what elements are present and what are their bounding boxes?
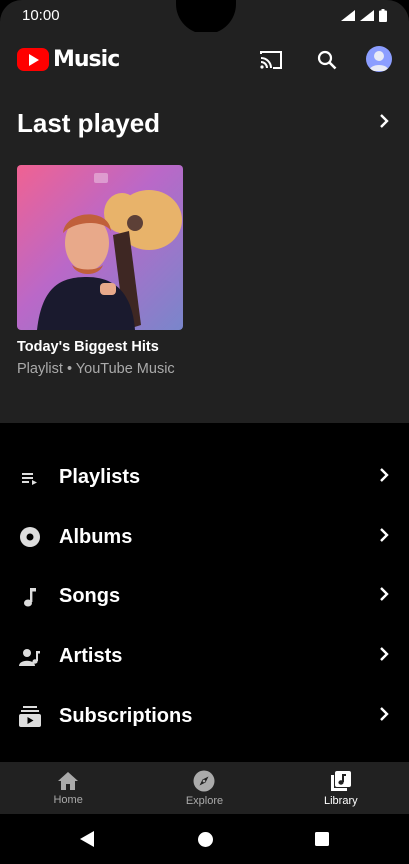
logo-text: Music xyxy=(53,47,120,72)
nav-label: Explore xyxy=(185,794,224,807)
album-art xyxy=(17,165,183,330)
subscriptions-icon xyxy=(18,704,42,728)
status-time: 10:00 xyxy=(22,7,60,24)
bottom-navigation: Home Explore Library xyxy=(0,762,409,814)
top-area: Music Last played Today's Biggest Hits P… xyxy=(0,32,409,423)
youtube-music-logo[interactable]: Music xyxy=(17,47,120,72)
system-home-button[interactable] xyxy=(194,828,216,850)
person-icon xyxy=(369,51,389,71)
last-played-title: Last played xyxy=(17,108,161,138)
library-icon xyxy=(330,770,351,791)
system-navigation-bar xyxy=(0,814,409,864)
account-avatar[interactable] xyxy=(366,46,392,72)
signal-icon xyxy=(360,9,374,21)
chevron-right-icon xyxy=(379,706,389,726)
last-played-more-button[interactable] xyxy=(379,114,389,133)
system-recents-button[interactable] xyxy=(311,828,333,850)
library-item-albums[interactable]: Albums xyxy=(0,508,409,568)
library-item-songs[interactable]: Songs xyxy=(0,567,409,627)
nav-label: Library xyxy=(324,794,358,807)
library-item-playlists[interactable]: Playlists xyxy=(0,448,409,508)
status-icons xyxy=(341,9,387,22)
album-subtitle: Playlist • YouTube Music xyxy=(17,361,175,377)
nav-home[interactable]: Home xyxy=(0,762,136,814)
chevron-right-icon xyxy=(380,114,389,128)
cast-icon xyxy=(260,51,282,69)
home-circle-icon xyxy=(197,831,213,847)
library-item-label: Songs xyxy=(59,585,121,608)
status-bar: 10:00 xyxy=(0,0,409,34)
compass-icon xyxy=(193,770,215,791)
playlist-icon xyxy=(18,466,42,490)
home-icon xyxy=(58,771,79,790)
nav-label: Home xyxy=(53,793,83,806)
wifi-icon xyxy=(341,9,355,21)
app-bar: Music xyxy=(0,32,409,88)
back-triangle-icon xyxy=(80,831,94,847)
recents-square-icon xyxy=(315,832,329,846)
phone-screen: 10:00 Music Last played Today's Biggest … xyxy=(0,0,409,864)
album-artwork-illustration xyxy=(37,173,182,330)
library-item-label: Subscriptions xyxy=(59,704,193,727)
search-icon xyxy=(317,50,337,70)
nav-explore[interactable]: Explore xyxy=(136,762,272,814)
system-back-button[interactable] xyxy=(76,828,98,850)
library-item-label: Playlists xyxy=(59,466,141,489)
artist-icon xyxy=(18,645,42,669)
cast-button[interactable] xyxy=(256,45,286,75)
album-card[interactable]: Today's Biggest Hits Playlist • YouTube … xyxy=(17,165,183,377)
battery-icon xyxy=(379,9,387,22)
nav-library[interactable]: Library xyxy=(273,762,409,814)
library-item-artists[interactable]: Artists xyxy=(0,627,409,687)
chevron-right-icon xyxy=(379,587,389,606)
chevron-right-icon xyxy=(379,647,389,666)
music-note-icon xyxy=(18,585,42,609)
youtube-play-logo-icon xyxy=(17,48,49,71)
search-button[interactable] xyxy=(312,45,342,75)
camera-notch xyxy=(176,0,236,34)
library-item-subscriptions[interactable]: Subscriptions xyxy=(0,686,409,746)
library-item-label: Artists xyxy=(59,645,123,668)
album-icon xyxy=(18,525,42,549)
library-list: Playlists Albums Songs Artists Subscript… xyxy=(0,448,409,746)
chevron-right-icon xyxy=(379,528,389,547)
chevron-right-icon xyxy=(379,468,389,487)
library-item-label: Albums xyxy=(59,525,133,548)
album-title: Today's Biggest Hits xyxy=(17,339,159,355)
